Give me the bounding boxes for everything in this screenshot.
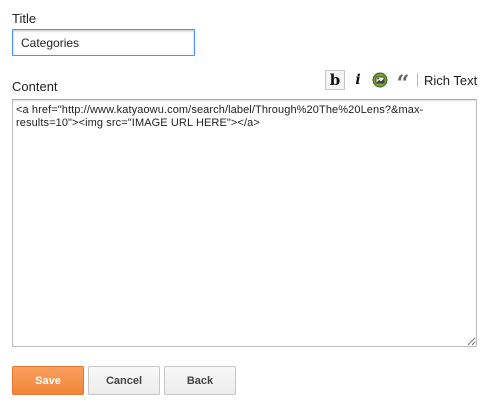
editor-toolbar: b i “ Rich Text	[325, 70, 477, 95]
insert-image-icon-graphic	[372, 72, 388, 88]
back-button[interactable]: Back	[164, 366, 236, 395]
title-label: Title	[12, 11, 37, 26]
content-textarea[interactable]: <a href="http://www.katyaowu.com/search/…	[12, 99, 477, 347]
insert-image-icon[interactable]	[370, 70, 390, 90]
italic-icon[interactable]: i	[348, 70, 368, 90]
toolbar-divider	[417, 73, 418, 87]
content-label: Content	[12, 79, 58, 94]
title-input[interactable]	[12, 29, 195, 56]
cancel-button[interactable]: Cancel	[88, 366, 160, 395]
rich-text-link[interactable]: Rich Text	[424, 72, 477, 88]
save-button[interactable]: Save	[12, 366, 84, 395]
quote-icon[interactable]: “	[393, 70, 413, 95]
bold-icon[interactable]: b	[325, 70, 345, 90]
